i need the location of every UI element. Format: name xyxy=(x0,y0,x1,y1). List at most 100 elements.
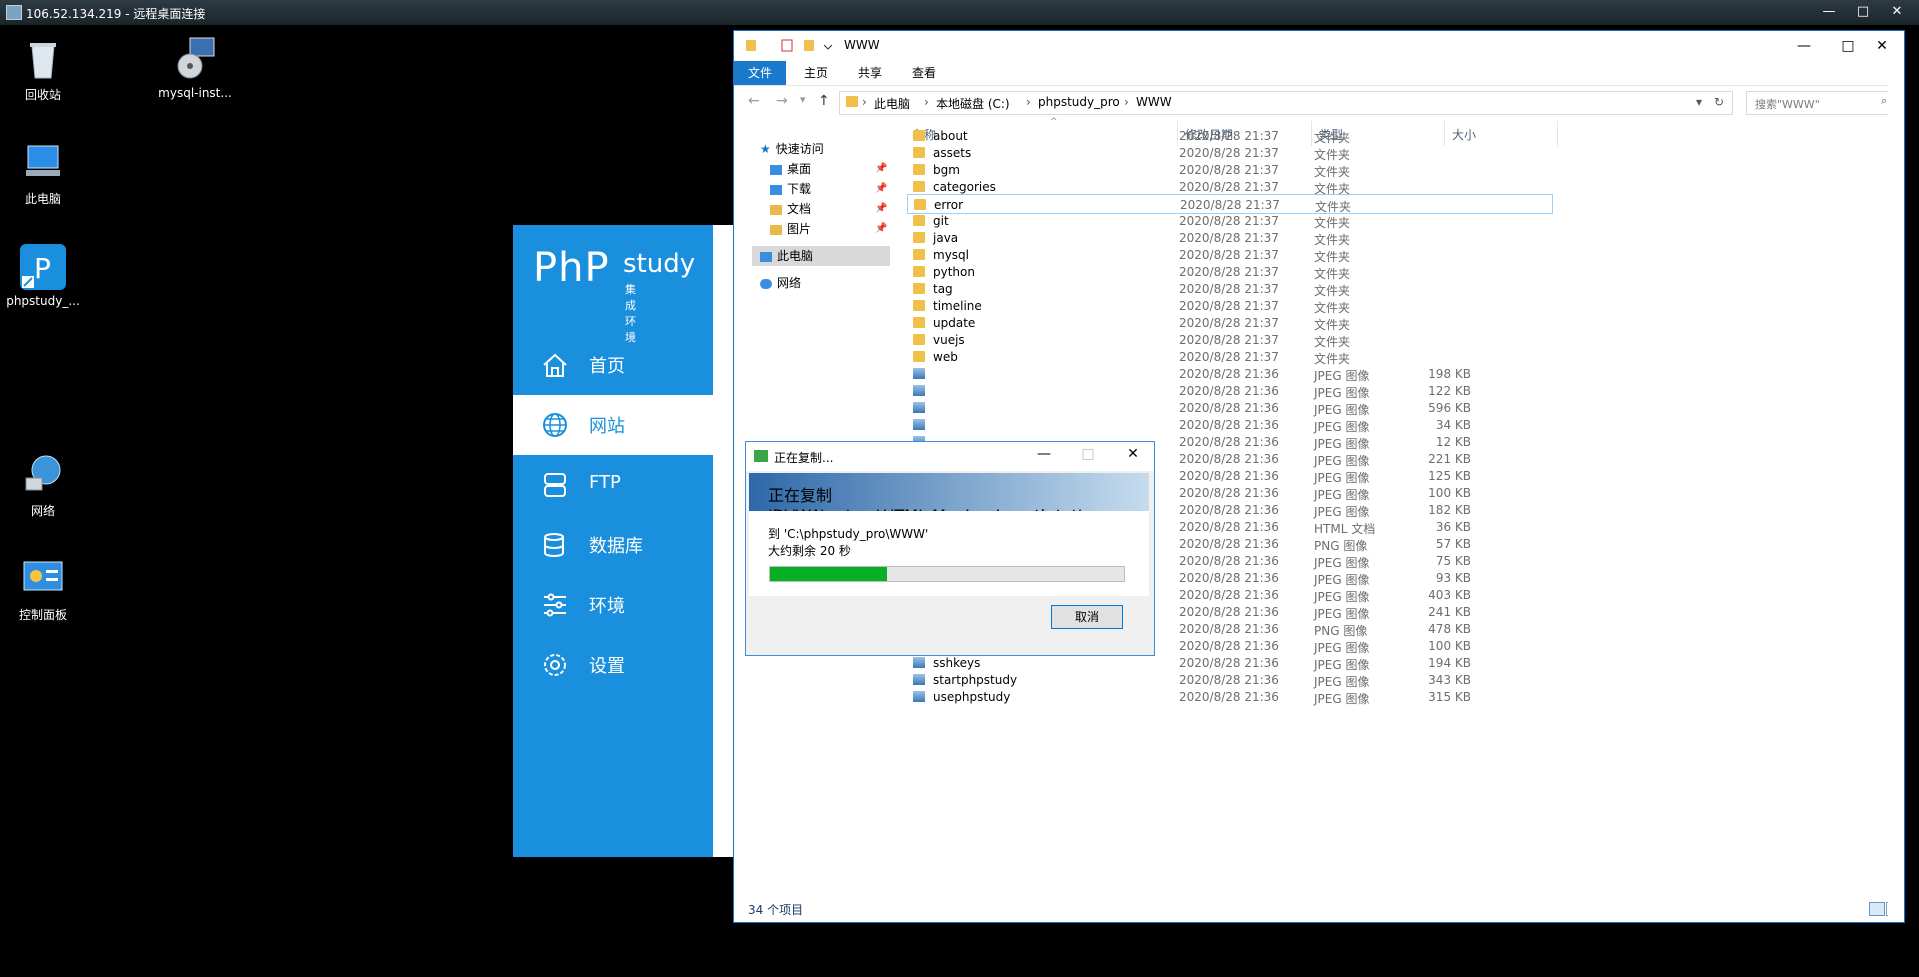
desktop-network[interactable]: 网络 xyxy=(0,452,88,519)
nav-settings[interactable]: 设置 xyxy=(513,635,713,695)
file-size: 75 KB xyxy=(1435,554,1471,568)
file-size: 57 KB xyxy=(1435,537,1471,551)
file-date: 2020/8/28 21:37 xyxy=(1179,282,1279,296)
search-input[interactable]: 搜索"WWW" ⌕ xyxy=(1746,91,1900,115)
tree-this-pc[interactable]: 此电脑 xyxy=(752,246,890,266)
tree-desktop[interactable]: 桌面 xyxy=(770,159,811,179)
tab-file[interactable]: 文件 xyxy=(734,61,787,85)
file-name: sshkeys xyxy=(933,656,981,670)
cancel-button[interactable]: 取消 xyxy=(1051,605,1123,629)
file-type: JPEG 图像 xyxy=(1314,692,1370,706)
back-arrow-icon[interactable]: ← xyxy=(748,93,760,109)
nav-home[interactable]: 首页 xyxy=(513,335,713,395)
phpstudy-app-icon: P xyxy=(20,244,66,290)
file-size: 100 KB xyxy=(1428,486,1471,500)
tree-downloads[interactable]: 下载 xyxy=(770,179,811,199)
address-dropdown-icon[interactable]: ▾ xyxy=(1696,95,1702,109)
file-name: categories xyxy=(933,180,996,194)
forward-arrow-icon[interactable]: → xyxy=(776,93,788,109)
ribbon-tabs: 文件 主页 共享 查看 xyxy=(734,61,1904,86)
file-date: 2020/8/28 21:36 xyxy=(1179,656,1279,670)
search-placeholder: 搜索"WWW" xyxy=(1755,98,1820,111)
tab-home[interactable]: 主页 xyxy=(790,61,842,85)
file-date: 2020/8/28 21:37 xyxy=(1179,163,1279,177)
remote-desktop-titlebar: 106.52.134.219 - 远程桌面连接 — □ ✕ xyxy=(0,0,1919,25)
address-bar[interactable]: › 此电脑 › 本地磁盘 (C:) › phpstudy_pro › WWW ▾… xyxy=(839,91,1733,115)
tab-share[interactable]: 共享 xyxy=(844,61,896,85)
copy-progress-dialog: 正在复制... — □ ✕ 正在复制 'DVWA\exte...\HTML.Ma… xyxy=(745,441,1155,656)
file-size: 403 KB xyxy=(1428,588,1471,602)
breadcrumb-item[interactable]: phpstudy_pro xyxy=(1038,95,1120,109)
image-file-icon xyxy=(913,657,925,668)
computer-icon xyxy=(20,140,66,186)
file-date: 2020/8/28 21:36 xyxy=(1179,418,1279,432)
desktop-control-panel[interactable]: 控制面板 xyxy=(0,556,88,623)
logo-main-text: PhP xyxy=(533,245,610,291)
dialog-minimize-button[interactable]: — xyxy=(1029,446,1059,462)
status-item-count: 34 个项目 xyxy=(748,903,804,917)
nav-database[interactable]: 数据库 xyxy=(513,515,713,575)
file-date: 2020/8/28 21:36 xyxy=(1179,469,1279,483)
globe-icon xyxy=(543,413,567,437)
desktop-icon-label: 网络 xyxy=(30,504,55,518)
file-date: 2020/8/28 21:37 xyxy=(1179,265,1279,279)
breadcrumb-item[interactable]: 本地磁盘 (C:) xyxy=(936,95,1010,112)
copy-icon xyxy=(754,450,768,462)
desktop-phpstudy-shortcut[interactable]: P phpstudy_... xyxy=(0,244,88,308)
nav-label: FTP xyxy=(589,472,621,493)
file-size: 12 KB xyxy=(1435,435,1471,449)
file-size: 100 KB xyxy=(1428,639,1471,653)
file-name: mysql xyxy=(933,248,969,262)
file-date: 2020/8/28 21:36 xyxy=(1179,571,1279,585)
nav-environment[interactable]: 环境 xyxy=(513,575,713,635)
file-size: 241 KB xyxy=(1428,605,1471,619)
details-view-icon[interactable] xyxy=(1869,902,1885,916)
desktop-mysql-installer[interactable]: mysql-inst... xyxy=(150,36,240,100)
file-date: 2020/8/28 21:37 xyxy=(1179,146,1279,160)
tree-quick-access[interactable]: ★ 快速访问 xyxy=(760,139,824,159)
breadcrumb-item[interactable]: 此电脑 xyxy=(874,95,910,112)
vertical-scrollbar[interactable] xyxy=(1888,61,1904,921)
copy-progress-bar xyxy=(769,566,1125,582)
file-size: 221 KB xyxy=(1428,452,1471,466)
file-date: 2020/8/28 21:36 xyxy=(1179,673,1279,687)
file-date: 2020/8/28 21:36 xyxy=(1179,435,1279,449)
up-arrow-icon[interactable]: ↑ xyxy=(818,93,830,109)
copy-destination: 到 'C:\phpstudy_pro\WWW' xyxy=(768,527,929,541)
tab-view[interactable]: 查看 xyxy=(898,61,950,85)
folder-icon xyxy=(914,199,926,210)
nav-ftp[interactable]: FTP xyxy=(513,455,713,515)
rdp-maximize-button[interactable]: □ xyxy=(1848,2,1878,22)
refresh-icon[interactable]: ↻ xyxy=(1714,95,1724,109)
tree-documents[interactable]: 文档 xyxy=(770,199,811,219)
dialog-maximize-button: □ xyxy=(1081,446,1095,462)
file-date: 2020/8/28 21:36 xyxy=(1179,384,1279,398)
explorer-minimize-button[interactable]: — xyxy=(1782,34,1826,58)
installer-icon xyxy=(172,36,218,82)
folder-icon xyxy=(913,232,925,243)
rdp-minimize-button[interactable]: — xyxy=(1814,2,1844,22)
file-row[interactable]: usephpstudy 2020/8/28 21:36 JPEG 图像 315 KB xyxy=(907,687,1553,707)
desktop-recycle-bin[interactable]: 回收站 xyxy=(0,36,88,103)
dialog-title: 正在复制... xyxy=(774,451,834,465)
file-date: 2020/8/28 21:37 xyxy=(1179,333,1279,347)
network-globe-icon xyxy=(20,452,66,498)
desktop-this-pc[interactable]: 此电脑 xyxy=(0,140,88,207)
dialog-close-button[interactable]: ✕ xyxy=(1118,446,1148,462)
nav-label: 首页 xyxy=(589,356,625,377)
folder-icon xyxy=(913,249,925,260)
explorer-close-button[interactable]: ✕ xyxy=(1860,34,1904,58)
breadcrumb-item[interactable]: WWW xyxy=(1136,95,1172,109)
quick-access-toolbar[interactable] xyxy=(744,37,834,55)
file-name: assets xyxy=(933,146,972,160)
file-date: 2020/8/28 21:36 xyxy=(1179,554,1279,568)
recent-dropdown-icon[interactable]: ▾ xyxy=(800,93,806,106)
nav-website[interactable]: 网站 xyxy=(513,395,713,455)
file-date: 2020/8/28 21:36 xyxy=(1179,486,1279,500)
file-size: 198 KB xyxy=(1428,367,1471,381)
rdp-close-button[interactable]: ✕ xyxy=(1882,2,1912,22)
tree-network[interactable]: 网络 xyxy=(760,273,801,293)
folder-icon xyxy=(913,164,925,175)
tree-pictures[interactable]: 图片 xyxy=(770,219,811,239)
documents-folder-icon xyxy=(770,204,782,215)
